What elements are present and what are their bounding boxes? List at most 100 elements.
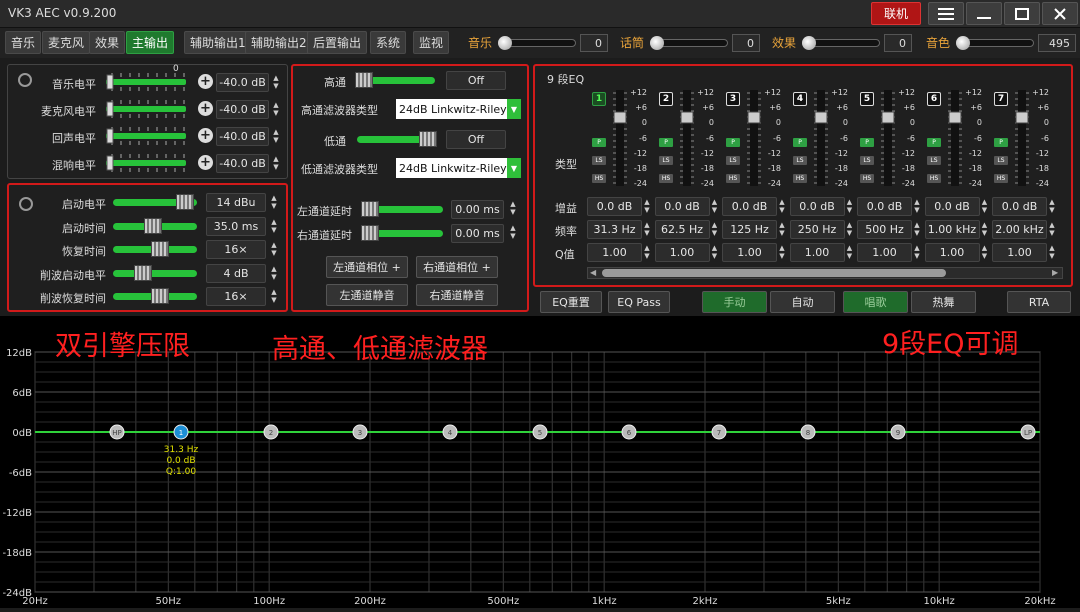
eq-spinner[interactable]: ▲ ▼: [1048, 221, 1056, 237]
limiter-value[interactable]: 4 dB: [206, 263, 266, 283]
tab-aux-output-2[interactable]: 辅助输出2: [245, 31, 313, 54]
right-delay-value[interactable]: 0.00 ms: [451, 224, 504, 243]
eq-gain-value[interactable]: 0.0 dB: [587, 197, 642, 216]
limiter-value[interactable]: 14 dBu: [206, 193, 266, 212]
eq-band-number[interactable]: 3: [726, 92, 740, 106]
level-spinner[interactable]: ▲ ▼: [272, 128, 280, 144]
eq-spinner[interactable]: ▲ ▼: [913, 198, 921, 214]
eq-freq-value[interactable]: 62.5 Hz: [654, 220, 710, 239]
eq-spinner[interactable]: ▲ ▼: [846, 244, 854, 260]
level-value[interactable]: -40.0 dB: [216, 154, 269, 173]
limiter-spinner[interactable]: ▲ ▼: [270, 218, 278, 234]
eq-type-button[interactable]: P: [927, 138, 941, 147]
limiter-slider-thumb[interactable]: [151, 241, 169, 257]
eq-type-button[interactable]: P: [726, 138, 740, 147]
mixer-music-value[interactable]: 0: [580, 34, 608, 52]
eq-spinner[interactable]: ▲ ▼: [778, 221, 786, 237]
left-mute-button[interactable]: 左通道静音: [326, 284, 408, 306]
lp-type-select[interactable]: 24dB Linkwitz-Riley ▼: [396, 158, 521, 178]
eq-spinner[interactable]: ▲ ▼: [643, 244, 651, 260]
eq-freq-value[interactable]: 2.00 kHz: [992, 220, 1047, 239]
mixer-effect-value[interactable]: 0: [884, 34, 912, 52]
tab-rear-output[interactable]: 后置输出: [307, 31, 368, 54]
eq-spinner[interactable]: ▲ ▼: [778, 244, 786, 260]
minimize-icon[interactable]: [966, 2, 1002, 25]
limiter-spinner[interactable]: ▲ ▼: [270, 241, 278, 257]
eq-type-button[interactable]: HS: [793, 174, 807, 183]
eq-type-button[interactable]: P: [793, 138, 807, 147]
eq-type-button[interactable]: LS: [994, 156, 1008, 165]
limiter-spinner[interactable]: ▲ ▼: [270, 265, 278, 281]
limiter-value[interactable]: 16×: [206, 240, 266, 259]
eq-graph[interactable]: 20Hz 50Hz 100Hz 200Hz 500Hz 1kHz 2kHz 5kHz 10kHz…: [0, 316, 1080, 608]
plus-icon[interactable]: +: [198, 128, 213, 143]
eq-type-button[interactable]: LS: [659, 156, 673, 165]
scroll-left-icon[interactable]: ◀: [590, 268, 596, 277]
left-delay-spinner[interactable]: ▲ ▼: [509, 200, 517, 216]
eq-band-number[interactable]: 2: [659, 92, 673, 106]
mixer-tone-slider[interactable]: [956, 36, 1034, 50]
eq-q-value[interactable]: 1.00: [992, 243, 1047, 262]
eq-freq-value[interactable]: 31.3 Hz: [587, 220, 642, 239]
eq-type-button[interactable]: LS: [927, 156, 941, 165]
limiter-spinner[interactable]: ▲ ▼: [270, 194, 278, 210]
tab-system[interactable]: 系统: [370, 31, 407, 54]
maximize-icon[interactable]: [1004, 2, 1040, 25]
level-value[interactable]: -40.0 dB: [216, 100, 269, 119]
eq-gain-value[interactable]: 0.0 dB: [789, 197, 845, 216]
eq-type-button[interactable]: HS: [994, 174, 1008, 183]
eq-spinner[interactable]: ▲ ▼: [1048, 198, 1056, 214]
eq-freq-value[interactable]: 1.00 kHz: [924, 220, 980, 239]
eq-reset-button[interactable]: EQ重置: [540, 291, 602, 313]
eq-band-number[interactable]: 5: [860, 92, 874, 106]
lowpass-value[interactable]: Off: [446, 130, 506, 149]
limiter-value[interactable]: 35.0 ms: [206, 216, 266, 236]
limiter-slider[interactable]: [113, 269, 197, 277]
limiter-slider-thumb[interactable]: [144, 217, 162, 234]
eq-spinner[interactable]: ▲ ▼: [846, 221, 854, 237]
limiter-spinner[interactable]: ▲ ▼: [270, 288, 278, 304]
level-fader[interactable]: [106, 73, 186, 91]
eq-spinner[interactable]: ▲ ▼: [913, 221, 921, 237]
right-phase-button[interactable]: 右通道相位 +: [416, 256, 498, 278]
plus-icon[interactable]: +: [198, 155, 213, 170]
eq-band-fader[interactable]: [1015, 90, 1029, 186]
tab-aux-output-1[interactable]: 辅助输出1: [184, 31, 252, 54]
eq-type-button[interactable]: HS: [927, 174, 941, 183]
tab-monitor[interactable]: 监视: [413, 31, 450, 54]
tab-main-output[interactable]: 主输出: [126, 31, 175, 54]
level-value[interactable]: -40.0 dB: [216, 73, 269, 92]
limiter-slider-thumb[interactable]: [133, 264, 152, 281]
rta-button[interactable]: RTA: [1007, 291, 1071, 313]
eq-band-number[interactable]: 4: [793, 92, 807, 106]
lowpass-thumb[interactable]: [419, 131, 437, 147]
eq-band-fader[interactable]: [881, 90, 895, 186]
eq-q-value[interactable]: 1.00: [924, 243, 980, 262]
eq-spinner[interactable]: ▲ ▼: [913, 244, 921, 260]
eq-q-value[interactable]: 1.00: [857, 243, 912, 262]
hp-type-select[interactable]: 24dB Linkwitz-Riley ▼: [396, 99, 521, 119]
eq-type-button[interactable]: LS: [793, 156, 807, 165]
mixer-mic-value[interactable]: 0: [732, 34, 760, 52]
manual-button[interactable]: 手动: [702, 291, 767, 313]
eq-band-fader[interactable]: [814, 90, 828, 186]
eq-band-fader[interactable]: [747, 90, 761, 186]
eq-band-fader[interactable]: [613, 90, 627, 186]
auto-button[interactable]: 自动: [770, 291, 835, 313]
mixer-mic-slider[interactable]: [650, 36, 728, 50]
sing-button[interactable]: 唱歌: [843, 291, 908, 313]
eq-scrollbar-thumb[interactable]: [602, 269, 946, 277]
eq-spinner[interactable]: ▲ ▼: [981, 221, 989, 237]
mixer-music-slider[interactable]: [498, 36, 576, 50]
level-spinner[interactable]: ▲ ▼: [272, 155, 280, 171]
left-phase-button[interactable]: 左通道相位 +: [326, 256, 408, 278]
eq-band-number[interactable]: 7: [994, 92, 1008, 106]
level-spinner[interactable]: ▲ ▼: [272, 74, 280, 90]
eq-spinner[interactable]: ▲ ▼: [981, 198, 989, 214]
eq-q-value[interactable]: 1.00: [654, 243, 710, 262]
close-icon[interactable]: [1042, 2, 1078, 25]
eq-spinner[interactable]: ▲ ▼: [711, 198, 719, 214]
limiter-value[interactable]: 16×: [206, 287, 266, 306]
right-delay-thumb[interactable]: [361, 225, 379, 241]
eq-type-button[interactable]: HS: [860, 174, 874, 183]
